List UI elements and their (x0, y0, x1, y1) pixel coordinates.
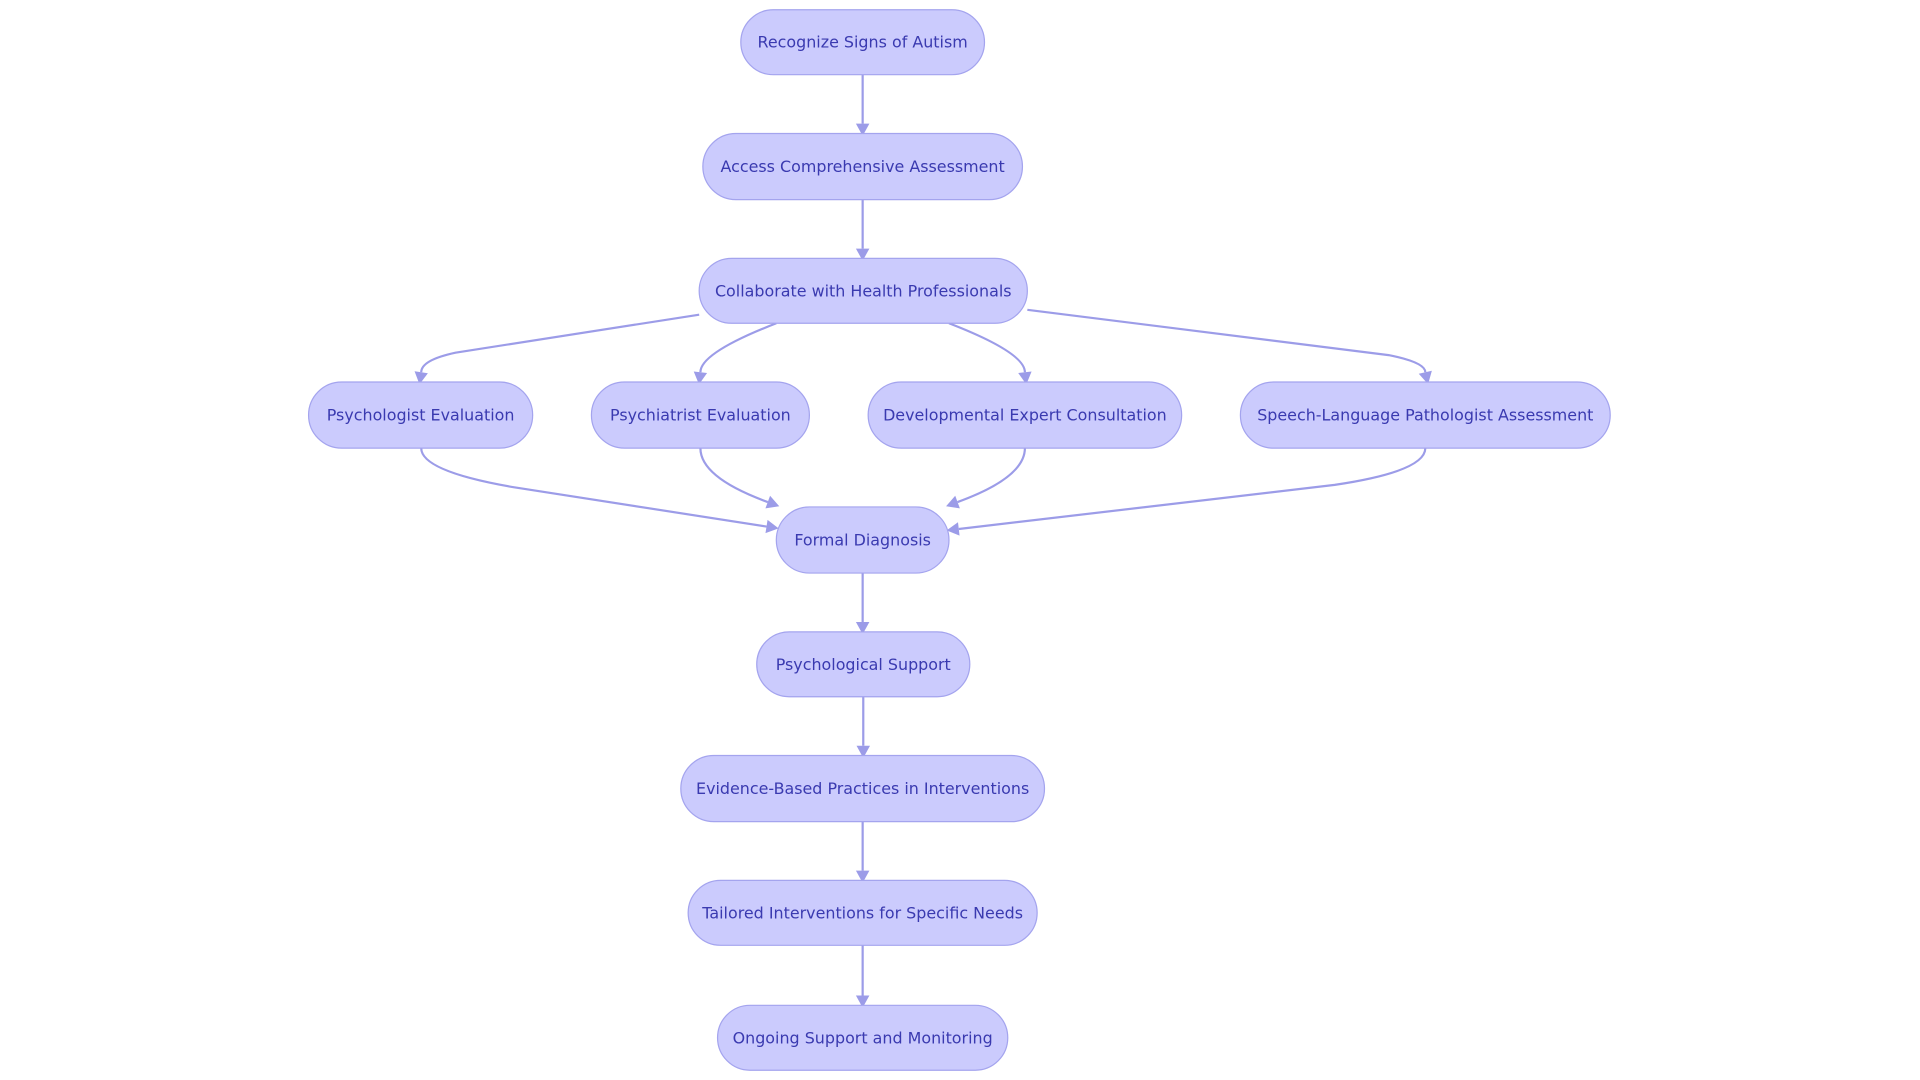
node-label: Access Comprehensive Assessment (721, 157, 1005, 176)
edge-c-f (948, 322, 1026, 373)
node-label: Formal Diagnosis (794, 531, 931, 550)
edge-e-h (699, 448, 769, 504)
node-label: Psychiatrist Evaluation (610, 406, 791, 425)
node-evidence-based-practices-in-interventions: Evidence-Based Practices in Intervention… (680, 754, 1046, 823)
node-psychologist-evaluation: Psychologist Evaluation (307, 381, 534, 449)
node-label: Tailored Interventions for Specific Need… (701, 903, 1023, 922)
node-label: Evidence-Based Practices in Intervention… (696, 779, 1029, 798)
node-recognize-signs-of-autism: Recognize Signs of Autism (740, 9, 986, 76)
node-ongoing-support-and-monitoring: Ongoing Support and Monitoring (716, 1004, 1009, 1071)
node-developmental-expert-consultation: Developmental Expert Consultation (867, 381, 1183, 449)
flowchart: Recognize Signs of Autism Access Comprehe… (307, 9, 1611, 1071)
edge-g-h (958, 448, 1427, 531)
node-speech-language-pathologist-assessment: Speech-Language Pathologist Assessment (1239, 381, 1611, 449)
node-collaborate-with-health-professionals: Collaborate with Health Professionals (698, 257, 1028, 324)
edge-d-h (420, 448, 767, 528)
node-label: Ongoing Support and Monitoring (733, 1028, 993, 1047)
node-psychiatrist-evaluation: Psychiatrist Evaluation (590, 381, 810, 449)
edge-c-g (1027, 308, 1427, 373)
node-tailored-interventions-for-specific-needs: Tailored Interventions for Specific Need… (687, 879, 1038, 946)
node-access-comprehensive-assessment: Access Comprehensive Assessment (702, 132, 1024, 201)
node-label: Psychologist Evaluation (327, 406, 515, 425)
node-label: Speech-Language Pathologist Assessment (1257, 406, 1593, 425)
edge-f-h (957, 448, 1026, 504)
node-label: Recognize Signs of Autism (758, 33, 968, 52)
node-psychological-support: Psychological Support (756, 631, 971, 698)
node-formal-diagnosis: Formal Diagnosis (775, 506, 950, 574)
arrowhead-icon (765, 519, 779, 534)
node-label: Developmental Expert Consultation (883, 406, 1167, 425)
edge-c-e (699, 322, 777, 373)
edge-c-d (420, 313, 700, 373)
node-label: Psychological Support (776, 655, 951, 674)
node-label: Collaborate with Health Professionals (715, 281, 1012, 300)
